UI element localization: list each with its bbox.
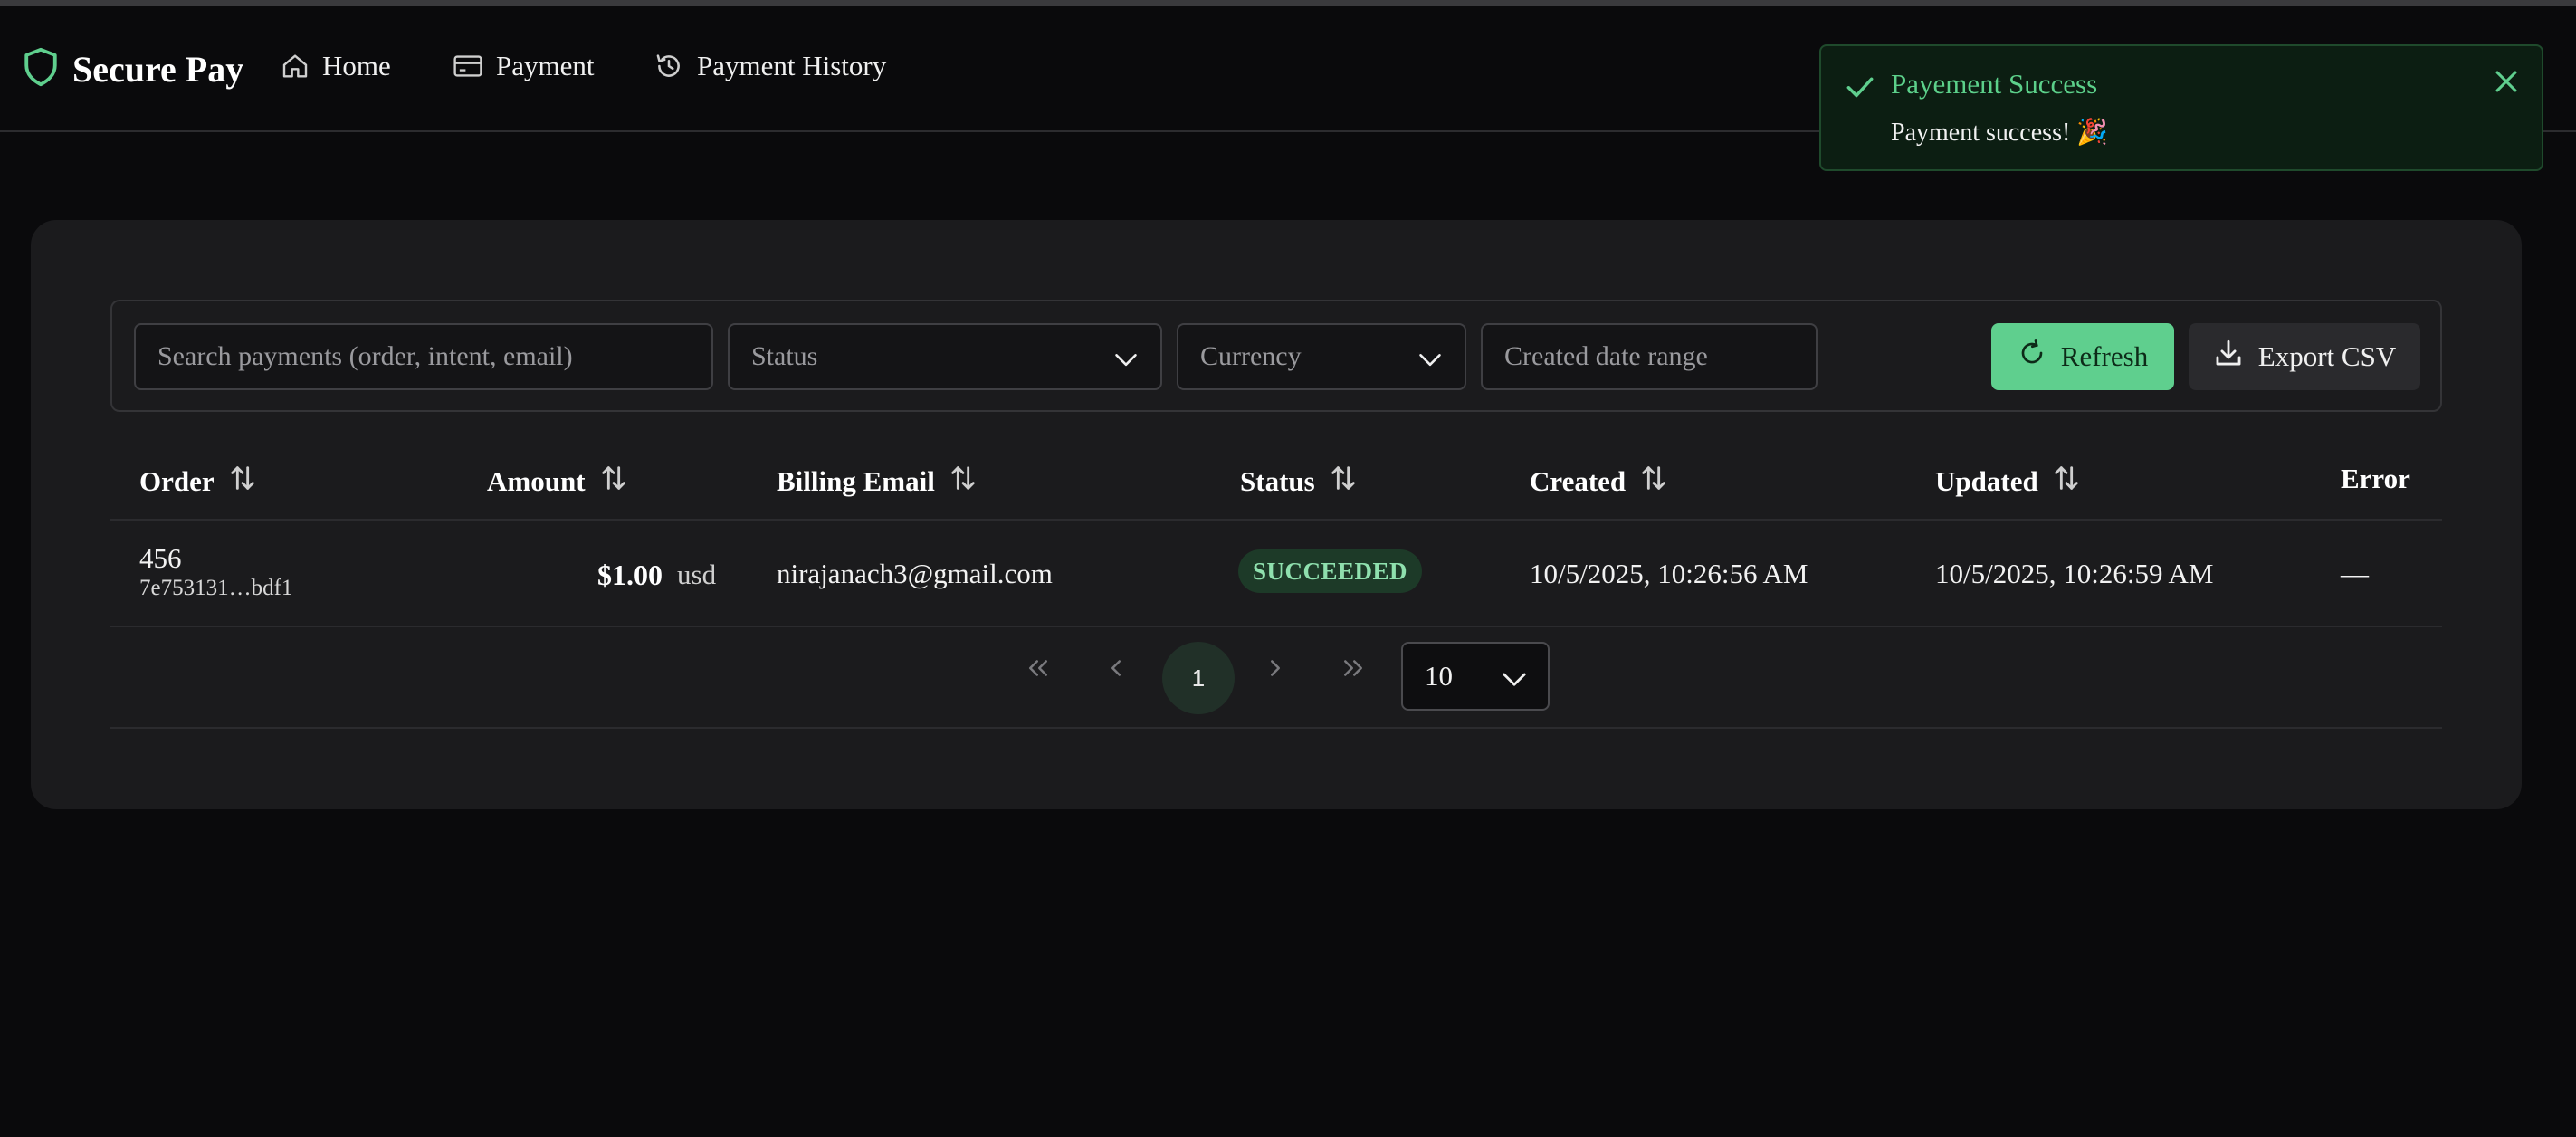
- error-value: —: [2341, 558, 2369, 589]
- column-header-error: Error: [2341, 463, 2410, 495]
- chevrons-right-icon: [1340, 654, 1367, 686]
- pagination-divider: [110, 727, 2442, 729]
- column-label: Amount: [487, 465, 586, 497]
- sort-icon: [1638, 463, 1669, 501]
- amount-currency: usd: [677, 559, 717, 590]
- chevron-right-icon: [1262, 654, 1289, 686]
- column-label: Billing Email: [777, 465, 935, 497]
- chevron-left-icon: [1102, 654, 1130, 686]
- check-icon: [1843, 70, 1877, 109]
- column-header-status[interactable]: Status: [1240, 463, 1359, 501]
- download-icon: [2213, 338, 2244, 376]
- column-header-updated[interactable]: Updated: [1935, 463, 2082, 501]
- column-label: Order: [139, 465, 215, 497]
- column-header-billing-email[interactable]: Billing Email: [777, 463, 978, 501]
- brand[interactable]: Secure Pay: [22, 46, 243, 92]
- column-label: Error: [2341, 463, 2410, 494]
- status-select[interactable]: Status: [728, 323, 1162, 390]
- date-range-input[interactable]: Created date range: [1481, 323, 1818, 390]
- column-header-amount[interactable]: Amount: [487, 463, 629, 501]
- row-divider: [110, 626, 2442, 627]
- billing-email: nirajanach3@gmail.com: [777, 558, 1053, 589]
- history-icon: [654, 51, 684, 81]
- brand-name: Secure Pay: [72, 49, 244, 90]
- created-date: 10/5/2025, 10:26:56 AM: [1530, 558, 1808, 589]
- column-header-order[interactable]: Order: [139, 463, 258, 501]
- status-badge: SUCCEEDED: [1238, 549, 1423, 593]
- first-page-button[interactable]: [1010, 642, 1066, 698]
- nav-item-label: Payment History: [697, 50, 887, 81]
- column-label: Created: [1530, 465, 1627, 497]
- column-label: Updated: [1935, 465, 2038, 497]
- export-csv-button[interactable]: Export CSV: [2189, 323, 2420, 390]
- success-toast: Payement Success Payment success! 🎉: [1819, 44, 2543, 171]
- toast-title: Payement Success: [1891, 68, 2098, 100]
- column-header-created[interactable]: Created: [1530, 463, 1669, 501]
- next-page-button[interactable]: [1247, 642, 1303, 698]
- refresh-button[interactable]: Refresh: [1991, 323, 2174, 390]
- order-id: 456: [139, 542, 182, 574]
- chevron-down-icon: [1113, 347, 1139, 377]
- close-icon[interactable]: [2491, 66, 2522, 101]
- export-csv-label: Export CSV: [2257, 340, 2397, 372]
- shield-icon: [22, 46, 60, 92]
- refresh-label: Refresh: [2060, 340, 2149, 372]
- search-input[interactable]: Search payments (order, intent, email): [134, 323, 713, 390]
- currency-select[interactable]: Currency: [1177, 323, 1466, 390]
- page-1-button[interactable]: 1: [1162, 642, 1235, 714]
- filter-bar: Search payments (order, intent, email) S…: [110, 300, 2442, 412]
- column-label: Status: [1240, 465, 1315, 497]
- updated-date: 10/5/2025, 10:26:59 AM: [1935, 558, 2214, 589]
- chevrons-left-icon: [1025, 654, 1052, 686]
- nav-item-home[interactable]: Home: [281, 50, 391, 82]
- sort-icon: [948, 463, 978, 501]
- home-icon: [281, 52, 310, 81]
- payment-intent-id: 7e753131…bdf1: [139, 576, 293, 600]
- currency-placeholder: Currency: [1200, 341, 1302, 371]
- nav-item-payment[interactable]: Payment: [453, 50, 595, 82]
- nav-item-label: Home: [322, 50, 391, 81]
- window-top-border: [0, 0, 2576, 6]
- nav-item-label: Payment: [496, 50, 595, 81]
- chevron-down-icon: [1501, 665, 1528, 698]
- sort-icon: [1328, 463, 1359, 501]
- chevron-down-icon: [1417, 347, 1443, 377]
- last-page-button[interactable]: [1325, 642, 1381, 698]
- header-divider: [110, 519, 2442, 521]
- credit-card-icon: [453, 53, 483, 80]
- refresh-icon: [2018, 339, 2046, 375]
- date-range-placeholder: Created date range: [1504, 341, 1708, 371]
- sort-icon: [227, 463, 258, 501]
- page-size-value: 10: [1425, 660, 1453, 692]
- toast-message: Payment success! 🎉: [1891, 119, 2109, 147]
- page-size-select[interactable]: 10: [1401, 642, 1550, 711]
- status-placeholder: Status: [751, 341, 818, 371]
- payment-history-card: Search payments (order, intent, email) S…: [31, 220, 2522, 809]
- sort-icon: [598, 463, 629, 501]
- previous-page-button[interactable]: [1088, 642, 1144, 698]
- amount-value: $1.00: [597, 559, 663, 591]
- nav-item-payment-history[interactable]: Payment History: [654, 50, 886, 82]
- sort-icon: [2051, 463, 2082, 501]
- search-placeholder: Search payments (order, intent, email): [157, 341, 573, 371]
